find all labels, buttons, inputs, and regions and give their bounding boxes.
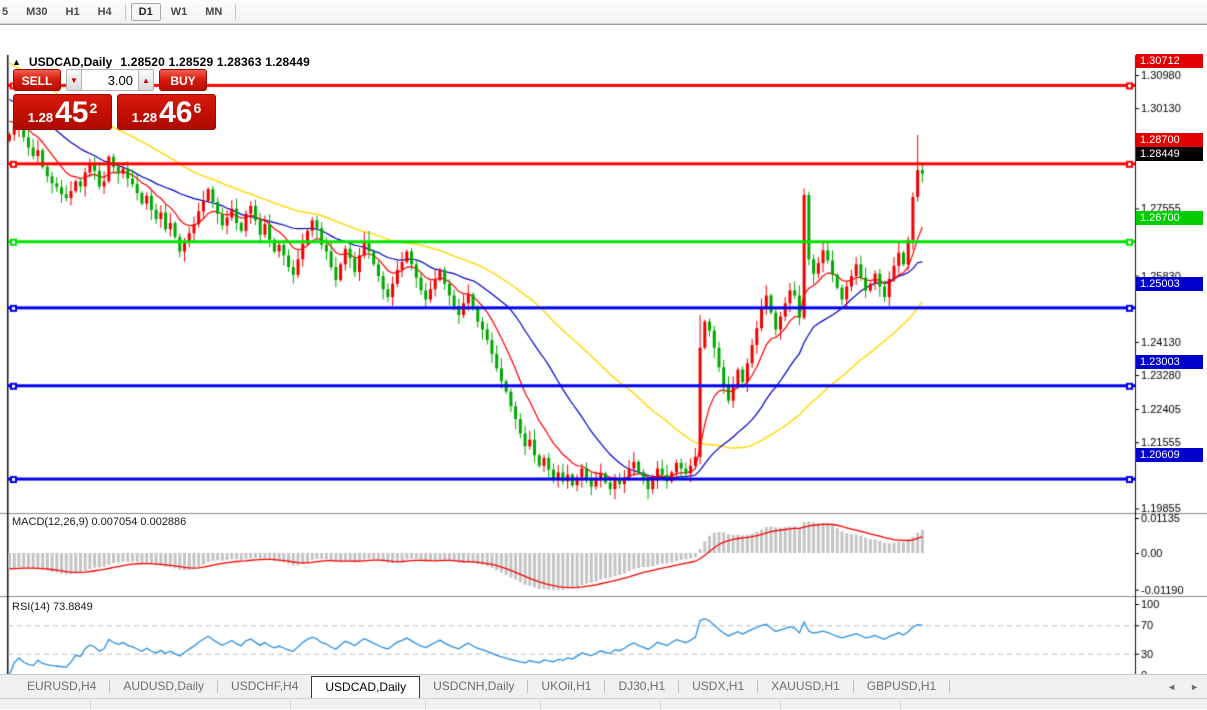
timeframe-5-button[interactable]: 5 xyxy=(0,3,16,21)
price-level-badge-1.30712: 1.30712 xyxy=(1136,54,1203,69)
buy-price-prefix: 1.28 xyxy=(131,110,158,125)
price-level-badge-1.26700: 1.26700 xyxy=(1136,210,1203,225)
volume-increase-button[interactable]: ▲ xyxy=(138,69,154,91)
buy-price-button[interactable]: 1.28 46 6 xyxy=(117,94,216,130)
tab-eurusd-h4[interactable]: EURUSD,H4 xyxy=(14,675,109,698)
tab-scroll-right-icon[interactable]: ► xyxy=(1190,682,1199,692)
ohlc-values: 1.28520 1.28529 1.28363 1.28449 xyxy=(120,55,310,69)
collapse-panel-icon[interactable]: ▲ xyxy=(12,57,21,67)
chart-tabs-bar: EURUSD,H4 AUDUSD,Daily USDCHF,H4 USDCAD,Dai… xyxy=(0,674,1207,698)
price-level-badge-1.20609: 1.20609 xyxy=(1136,448,1203,463)
down-arrow-icon: ▼ xyxy=(70,75,78,85)
buy-button[interactable]: BUY xyxy=(159,69,207,91)
tab-usdchf-h4[interactable]: USDCHF,H4 xyxy=(218,675,311,698)
tab-usdcnh-daily[interactable]: USDCNH,Daily xyxy=(420,675,527,698)
price-chart-canvas[interactable] xyxy=(0,49,1207,699)
one-click-trading-panel: SELL ▼ ▲ BUY 1.28 45 2 1.28 46 6 xyxy=(13,69,219,130)
current-price-badge: 1.28449 xyxy=(1136,146,1203,161)
rsi-indicator-label: RSI(14) 73.8849 xyxy=(12,601,93,613)
timeframe-h1-button[interactable]: H1 xyxy=(58,3,88,21)
symbol-period-label: USDCAD,Daily xyxy=(28,55,113,69)
timeframe-d1-button[interactable]: D1 xyxy=(130,2,161,21)
macd-indicator-label: MACD(12,26,9) 0.007054 0.002886 xyxy=(12,516,187,528)
chart-title: ▲ USDCAD,Daily 1.28520 1.28529 1.28363 1… xyxy=(12,55,310,69)
sell-button[interactable]: SELL xyxy=(13,69,61,91)
buy-price-sup: 6 xyxy=(193,100,202,116)
volume-decrease-button[interactable]: ▼ xyxy=(66,69,82,91)
tab-ukoil-h1[interactable]: UKOil,H1 xyxy=(528,675,604,698)
tab-audusd-daily[interactable]: AUDUSD,Daily xyxy=(110,675,217,698)
price-level-badge-1.28700: 1.28700 xyxy=(1136,132,1203,147)
tab-gbpusd-h1[interactable]: GBPUSD,H1 xyxy=(854,675,949,698)
up-arrow-icon: ▲ xyxy=(142,75,150,85)
tab-usdcad-daily[interactable]: USDCAD,Daily xyxy=(311,676,421,698)
timeframe-mn-button[interactable]: MN xyxy=(197,3,230,21)
sell-price-big: 45 xyxy=(55,96,89,129)
sell-price-prefix: 1.28 xyxy=(27,110,54,125)
timeframe-h4-button[interactable]: H4 xyxy=(90,3,120,21)
timeframe-w1-button[interactable]: W1 xyxy=(163,3,196,21)
price-level-badge-1.23003: 1.23003 xyxy=(1136,354,1203,369)
price-level-badge-1.25003: 1.25003 xyxy=(1136,276,1203,291)
timeframe-toolbar: 5 M30 H1 H4 D1 W1 MN xyxy=(0,0,1207,24)
timeframe-m30-button[interactable]: M30 xyxy=(18,3,55,21)
toolbar-separator xyxy=(235,3,237,20)
tab-separator xyxy=(949,680,951,693)
toolbar-separator xyxy=(124,3,126,20)
chart-window: ▲ USDCAD,Daily 1.28520 1.28529 1.28363 1… xyxy=(0,24,1207,699)
buy-price-big: 46 xyxy=(159,96,193,129)
sell-price-button[interactable]: 1.28 45 2 xyxy=(13,94,112,130)
tab-xauusd-h1[interactable]: XAUUSD,H1 xyxy=(758,675,853,698)
volume-input[interactable] xyxy=(82,69,138,91)
status-bar xyxy=(0,698,1207,710)
tab-dj30-h1[interactable]: DJ30,H1 xyxy=(605,675,678,698)
tab-usdx-h1[interactable]: USDX,H1 xyxy=(679,675,757,698)
sell-price-sup: 2 xyxy=(89,100,98,116)
tab-scroll-left-icon[interactable]: ◄ xyxy=(1167,682,1176,692)
